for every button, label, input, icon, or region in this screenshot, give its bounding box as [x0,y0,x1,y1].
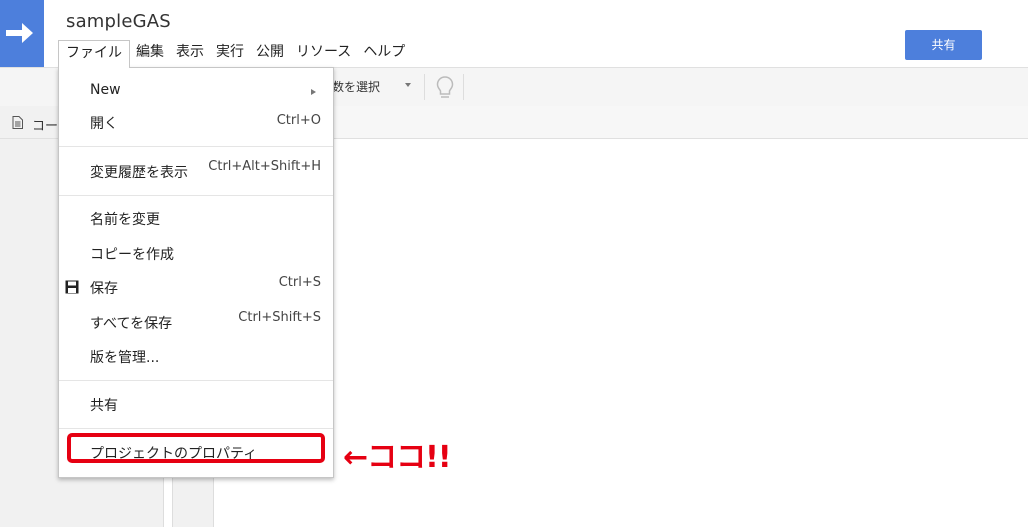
menu-item-shortcut: Ctrl+Alt+Shift+H [208,159,321,174]
toolbar-divider [424,74,425,100]
highlight-annotation-box [67,433,325,463]
menu-view[interactable]: 表示 [170,40,210,64]
share-button[interactable]: 共有 [905,30,982,60]
submenu-arrow-icon [311,89,316,95]
menu-bar: ファイル 編集 表示 実行 公開 リソース ヘルプ [58,39,411,68]
menu-run[interactable]: 実行 [210,40,250,64]
menu-item-save-all[interactable]: すべてを保存 Ctrl+Shift+S [59,308,333,336]
menu-item-open[interactable]: 開く Ctrl+O [59,108,333,136]
file-tab-label[interactable]: コー [32,115,58,134]
annotation-text: ←ココ!! [343,440,451,475]
menu-item-label: すべてを保存 [90,316,173,332]
menu-separator [59,428,333,429]
menu-resources[interactable]: リソース [290,40,357,64]
menu-separator [59,195,333,196]
menu-item-save[interactable]: 保存 Ctrl+S [59,273,333,301]
menu-file[interactable]: ファイル [58,39,130,68]
file-icon [12,116,23,129]
menu-item-label: 共有 [90,398,118,414]
menu-item-label: 開く [90,116,118,132]
file-menu-dropdown: New 開く Ctrl+O 変更履歴を表示 Ctrl+Alt+Shift+H 名… [58,67,334,478]
menu-item-rename[interactable]: 名前を変更 [59,204,333,232]
menu-item-label: 変更履歴を表示 [90,165,188,181]
function-select[interactable]: 数を選択 [332,76,380,98]
toolbar-divider [463,74,464,100]
menu-separator [59,146,333,147]
menu-item-manage-versions[interactable]: 版を管理... [59,342,333,370]
apps-script-logo[interactable] [0,0,44,67]
menu-item-shortcut: Ctrl+O [276,113,321,128]
menu-item-new[interactable]: New [59,77,333,105]
menu-item-label: 版を管理... [90,350,160,366]
save-icon [65,280,79,294]
menu-item-label: 保存 [90,281,118,297]
lightbulb-icon[interactable] [436,76,454,100]
menu-item-label: 名前を変更 [90,212,160,228]
menu-help[interactable]: ヘルプ [357,40,411,64]
menu-separator [59,380,333,381]
menu-publish[interactable]: 公開 [250,40,290,64]
menu-item-label: コピーを作成 [90,247,174,263]
menu-item-share[interactable]: 共有 [59,390,333,418]
menu-item-revision-history[interactable]: 変更履歴を表示 Ctrl+Alt+Shift+H [59,157,333,185]
arrow-right-icon [6,23,33,43]
menu-item-label: New [90,82,121,98]
project-title[interactable]: sampleGAS [66,11,171,32]
chevron-down-icon [405,83,411,87]
menu-edit[interactable]: 編集 [130,40,170,64]
menu-item-shortcut: Ctrl+S [278,275,321,290]
menu-item-shortcut: Ctrl+Shift+S [238,310,321,325]
menu-item-make-copy[interactable]: コピーを作成 [59,239,333,267]
